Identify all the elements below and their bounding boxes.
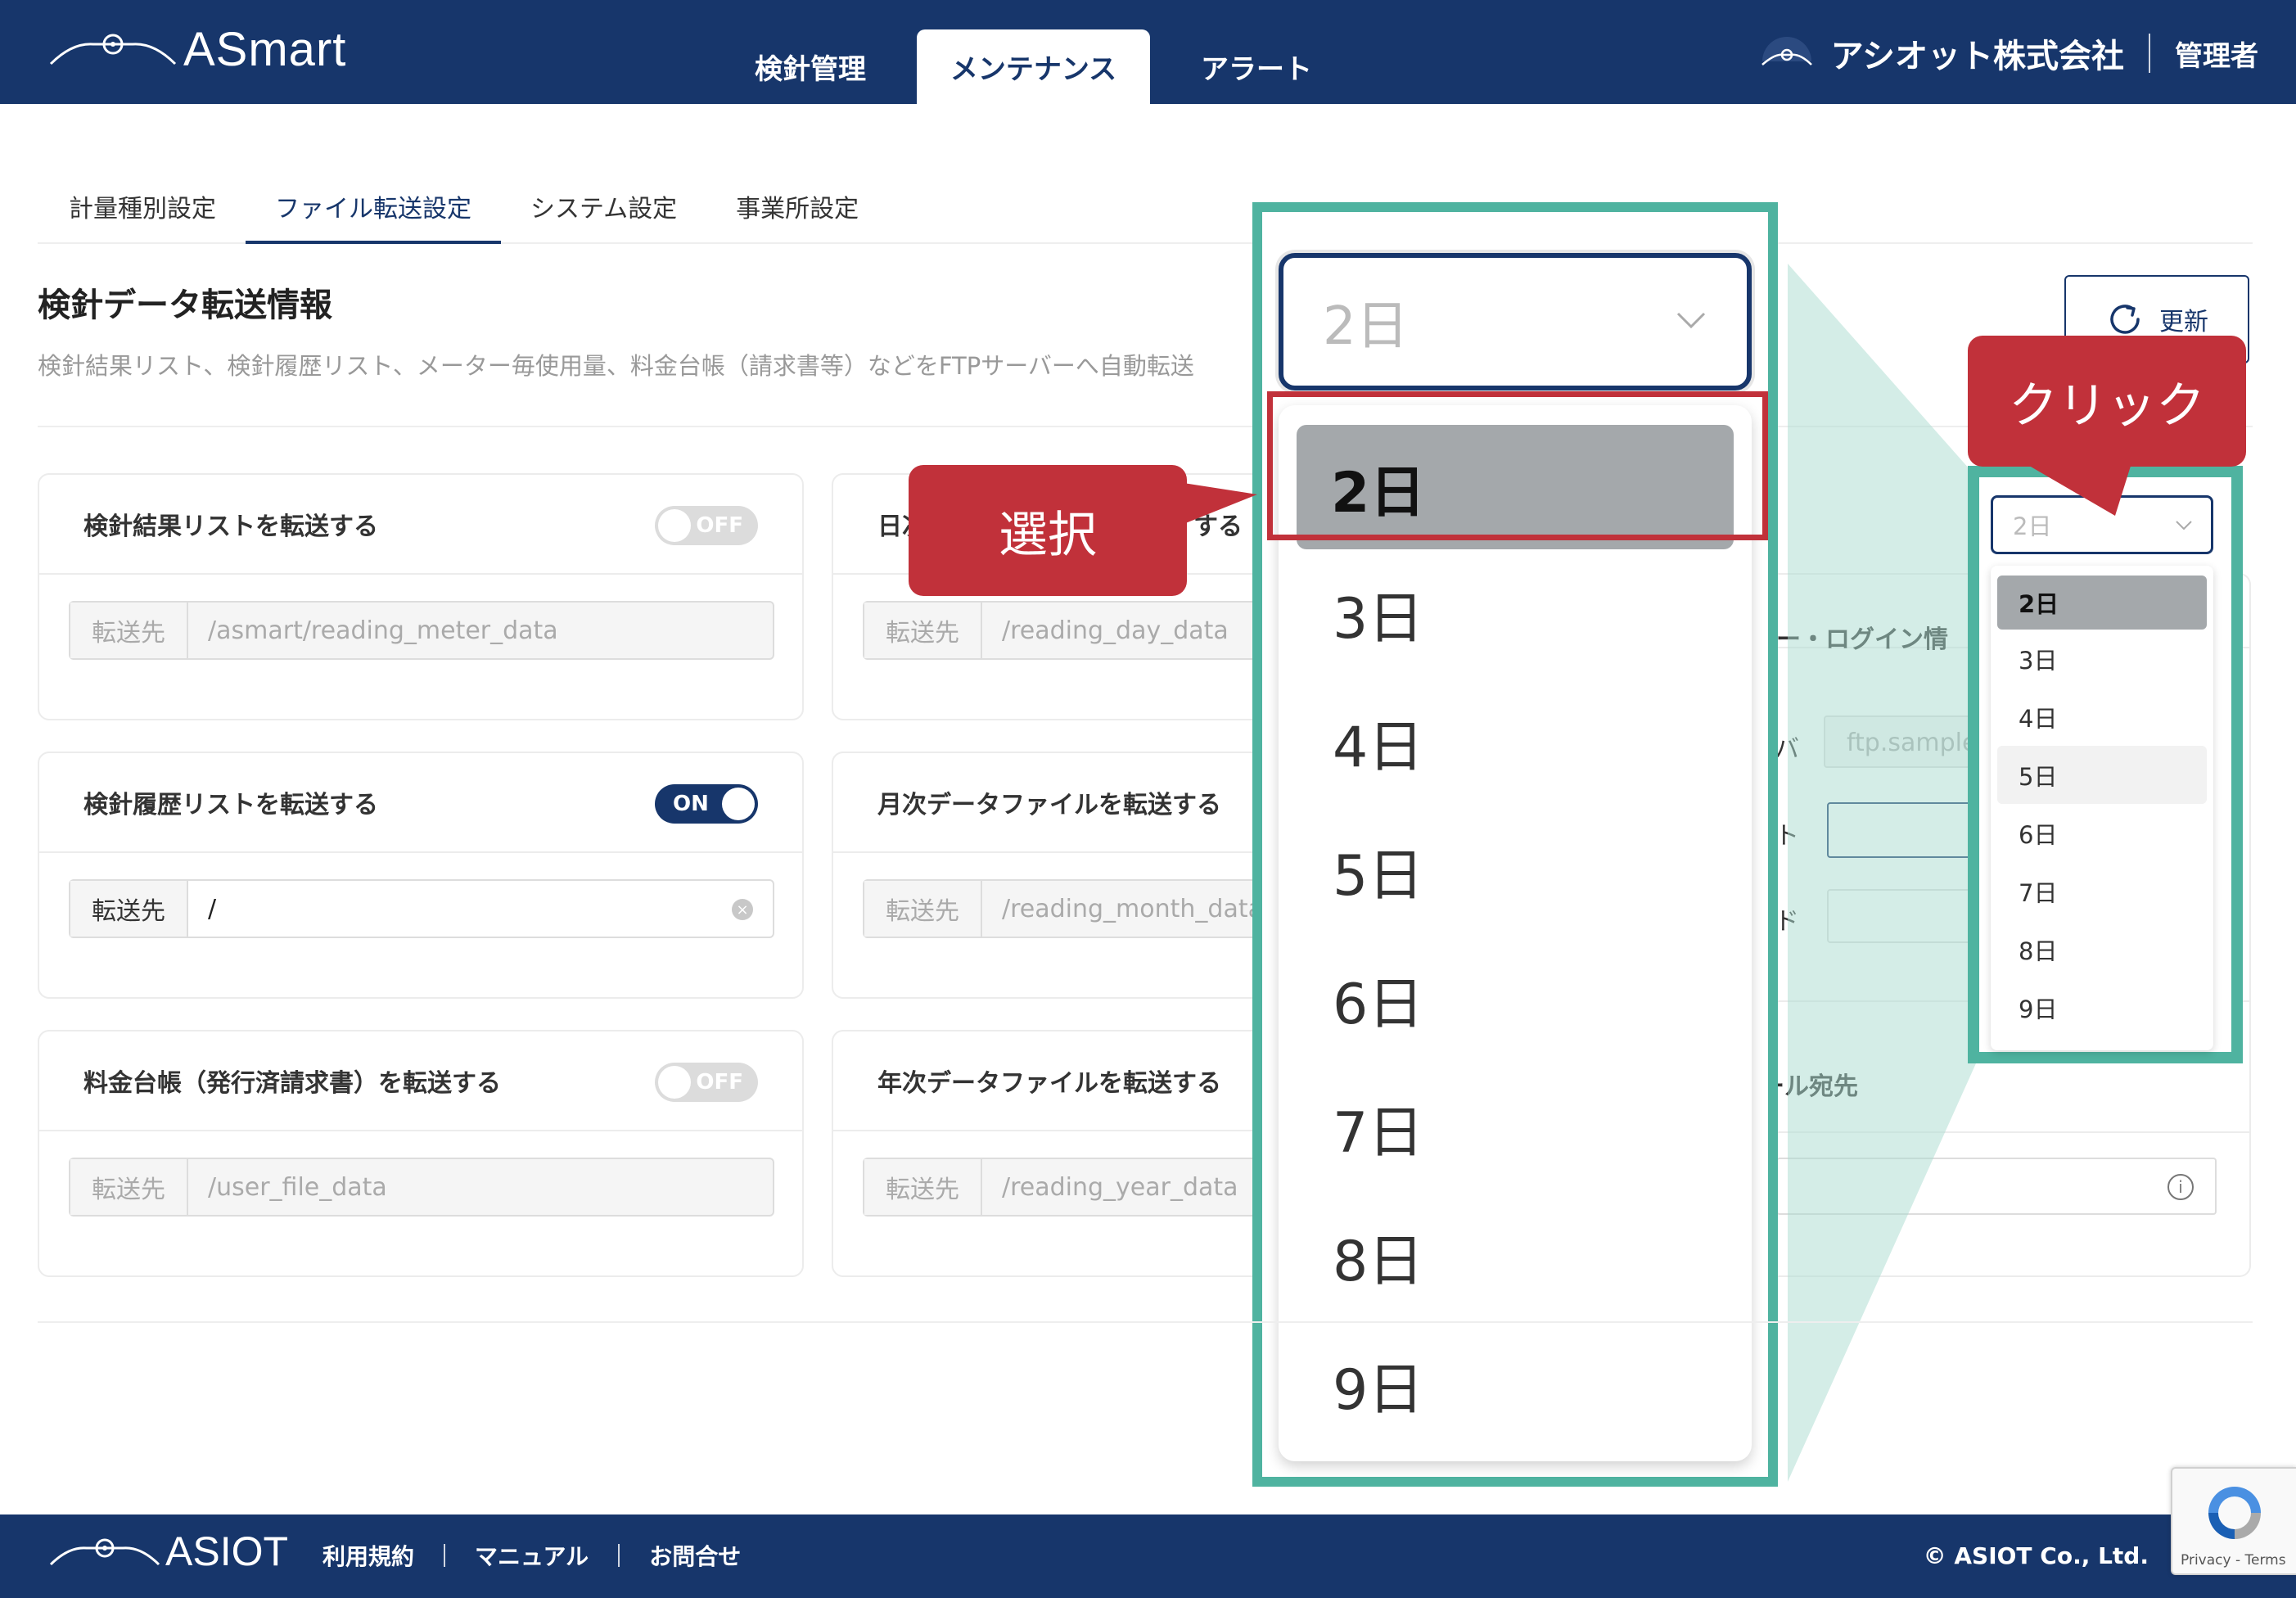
destination-label: 転送先 — [70, 603, 188, 658]
port-label: ト — [1775, 822, 1799, 851]
card-billing-ledger: 料金台帳（発行済請求書）を転送する OFF 転送先 /user_file_dat… — [38, 1030, 804, 1277]
mail-input[interactable]: i — [1776, 1158, 2217, 1215]
destination-label: 転送先 — [864, 1159, 982, 1215]
asmart-logo[interactable]: ASmart — [47, 22, 347, 76]
header-divider — [2149, 34, 2150, 73]
transfer-toggle[interactable]: OFF — [655, 1063, 758, 1102]
subtab-system[interactable]: システム設定 — [501, 180, 706, 244]
card-reading-history: 検針履歴リストを転送する ON 転送先 / × — [38, 752, 804, 999]
card-title: 検針履歴リストを転送する ON — [39, 753, 802, 853]
company-logo-icon — [1761, 37, 1812, 65]
password-label: ド — [1775, 907, 1799, 936]
user-role[interactable]: 管理者 — [2175, 34, 2258, 74]
option-9[interactable]: 9日 — [1991, 978, 2213, 1036]
zoom-option-9[interactable]: 9日 — [1279, 1320, 1752, 1449]
footer-links: 利用規約 マニュアル お問合せ — [323, 1539, 741, 1572]
destination-input[interactable]: 転送先 /user_file_data — [69, 1158, 774, 1217]
chevron-down-icon — [1676, 312, 1706, 329]
option-7[interactable]: 7日 — [1991, 862, 2213, 920]
footer-link-manual[interactable]: マニュアル — [475, 1539, 589, 1572]
subtab-meter-type[interactable]: 計量種別設定 — [38, 180, 246, 244]
card-title: 料金台帳（発行済請求書）を転送する OFF — [39, 1031, 802, 1131]
clear-icon[interactable]: × — [732, 899, 753, 920]
destination-input[interactable]: 転送先 / × — [69, 879, 774, 938]
callout-click: クリック — [1968, 336, 2246, 467]
transfer-toggle[interactable]: ON — [655, 784, 758, 824]
selection-highlight-box — [1267, 391, 1768, 540]
card-reading-result: 検針結果リストを転送する OFF 転送先 /asmart/reading_met… — [38, 473, 804, 720]
zoom-dropdown-list: 2日 3日 4日 5日 6日 7日 8日 9日 — [1279, 405, 1752, 1461]
zoom-option-8[interactable]: 8日 — [1279, 1192, 1752, 1320]
option-3[interactable]: 3日 — [1991, 630, 2213, 688]
asmart-logo-mark-icon — [49, 34, 177, 65]
card-title: 検針結果リストを転送する OFF — [39, 475, 802, 575]
recaptcha-badge[interactable]: Privacy - Terms — [2171, 1467, 2296, 1575]
server-value: ftp.sample — [1847, 729, 1978, 757]
page-description: 検針結果リスト、検針履歴リスト、メーター毎使用量、料金台帳（請求書等）などをFT… — [38, 352, 1194, 380]
option-2[interactable]: 2日 — [1997, 576, 2207, 630]
divider — [38, 426, 2253, 427]
destination-label: 転送先 — [864, 881, 982, 937]
chevron-down-icon — [2176, 521, 2192, 530]
destination-label: 転送先 — [70, 1159, 188, 1215]
server-label: バ — [1775, 735, 1799, 764]
refresh-icon — [2110, 305, 2140, 334]
copyright: © ASIOT Co., Ltd. — [1923, 1542, 2149, 1569]
zoom-option-6[interactable]: 6日 — [1279, 935, 1752, 1063]
header: ASmart 検針管理 メンテナンス アラート アシオット株式会社 管理者 — [0, 0, 2296, 104]
refresh-label: 更新 — [2159, 308, 2208, 336]
transfer-toggle[interactable]: OFF — [655, 506, 758, 545]
destination-label: 転送先 — [864, 603, 982, 658]
option-4[interactable]: 4日 — [1991, 688, 2213, 746]
destination-value: /asmart/reading_meter_data — [208, 616, 558, 645]
recaptcha-icon — [2208, 1487, 2261, 1539]
footer: ASIOT 利用規約 マニュアル お問合せ © ASIOT Co., Ltd. — [0, 1514, 2296, 1598]
header-account: アシオット株式会社 管理者 — [1757, 25, 2258, 82]
zoom-option-3[interactable]: 3日 — [1279, 549, 1752, 678]
subtab-file-transfer[interactable]: ファイル転送設定 — [246, 180, 501, 244]
subtab-office[interactable]: 事業所設定 — [706, 180, 888, 244]
page-title: 検針データ転送情報 — [38, 287, 332, 324]
zoom-option-4[interactable]: 4日 — [1279, 678, 1752, 806]
zoom-option-7[interactable]: 7日 — [1279, 1063, 1752, 1192]
asiot-logo-mark-icon — [49, 1538, 160, 1566]
nav-tab-alert[interactable]: アラート — [1150, 29, 1363, 104]
company-name: アシオット株式会社 — [1830, 38, 2124, 75]
footer-link-contact[interactable]: お問合せ — [649, 1539, 741, 1572]
zoom-option-5[interactable]: 5日 — [1279, 806, 1752, 935]
callout-select-pointer — [1184, 483, 1257, 524]
zoom-day-select[interactable]: 2日 — [1279, 253, 1752, 390]
divider — [38, 1321, 2253, 1323]
destination-value: / — [208, 894, 217, 923]
nav-tab-reading[interactable]: 検針管理 — [704, 29, 917, 104]
main-nav: 検針管理 メンテナンス アラート — [704, 29, 1363, 104]
maintenance-subtabs: 計量種別設定 ファイル転送設定 システム設定 事業所設定 — [38, 180, 2253, 244]
logo-text: ASmart — [183, 22, 347, 76]
destination-input[interactable]: 転送先 /asmart/reading_meter_data — [69, 601, 774, 660]
zoom-select-value: 2日 — [1323, 296, 1409, 357]
footer-link-terms[interactable]: 利用規約 — [323, 1539, 414, 1572]
asiot-logo[interactable]: ASIOT — [47, 1528, 288, 1575]
small-frame-dropdown: 2日 2日 3日 4日 5日 6日 7日 8日 9日 — [1968, 466, 2243, 1063]
option-8[interactable]: 8日 — [1991, 920, 2213, 978]
info-icon[interactable]: i — [2167, 1174, 2194, 1200]
callout-select: 選択 — [909, 465, 1187, 596]
dropdown-list: 2日 3日 4日 5日 6日 7日 8日 9日 — [1991, 566, 2213, 1050]
nav-tab-maintenance[interactable]: メンテナンス — [917, 29, 1150, 104]
ftp-login-heading: バー・ログイン情 — [1752, 625, 1948, 654]
footer-logo-text: ASIOT — [165, 1528, 289, 1574]
destination-value: /user_file_data — [208, 1172, 387, 1202]
option-6[interactable]: 6日 — [1991, 804, 2213, 862]
callout-click-pointer — [2025, 463, 2131, 516]
option-5[interactable]: 5日 — [1997, 746, 2207, 804]
recaptcha-links[interactable]: Privacy - Terms — [2181, 1552, 2286, 1569]
destination-label: 転送先 — [70, 881, 188, 937]
